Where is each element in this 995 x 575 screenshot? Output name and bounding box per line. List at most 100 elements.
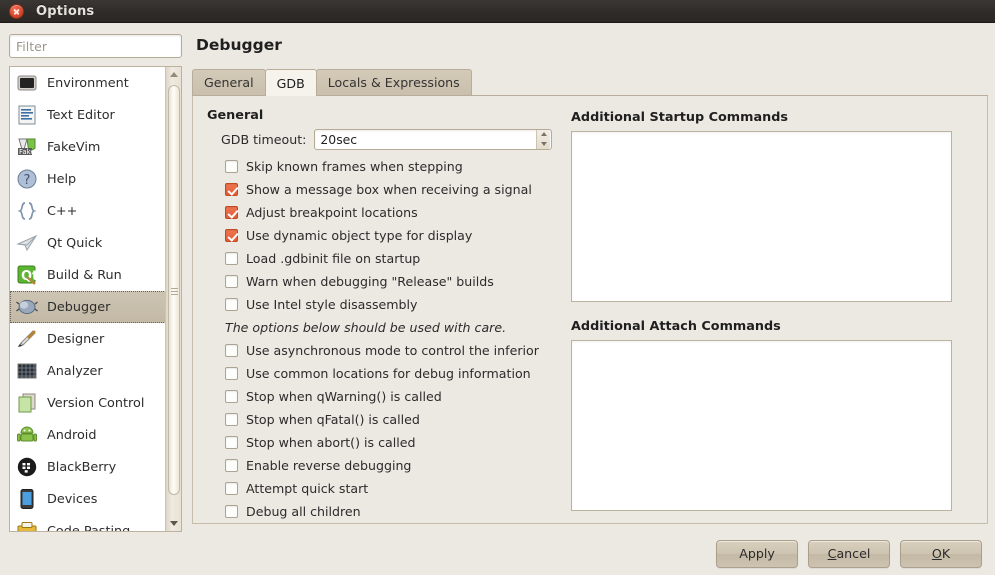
option-row[interactable]: Stop when abort() is called [207,431,567,454]
checkbox-unchecked-icon[interactable] [225,344,238,357]
sidebar-item-fakevim[interactable]: Fake FakeVim [10,131,166,163]
sidebar-item-designer[interactable]: Designer [10,323,166,355]
checkbox-unchecked-icon[interactable] [225,459,238,472]
checkbox-unchecked-icon[interactable] [225,252,238,265]
blackberry-icon [16,456,38,478]
checkbox-unchecked-icon[interactable] [225,298,238,311]
checkbox-unchecked-icon[interactable] [225,413,238,426]
checkbox-unchecked-icon[interactable] [225,482,238,495]
question-mark-icon: ? [16,168,38,190]
sidebar-item-android[interactable]: Android [10,419,166,451]
sidebar-item-label: Devices [47,491,98,507]
sidebar-item-blackberry[interactable]: BlackBerry [10,451,166,483]
option-label: Enable reverse debugging [246,458,412,473]
tab-label: Locals & Expressions [327,75,460,90]
category-list[interactable]: Environment Text Editor Fake FakeVim? Help C+… [9,66,182,532]
checkbox-checked-icon[interactable] [225,229,238,242]
option-row[interactable]: Stop when qFatal() is called [207,408,567,431]
option-row[interactable]: Load .gdbinit file on startup [207,247,567,270]
general-group-label: General [207,108,264,123]
option-label: Adjust breakpoint locations [246,205,418,220]
checkbox-checked-icon[interactable] [225,183,238,196]
option-row[interactable]: Debug all children [207,500,567,523]
option-row[interactable]: Use asynchronous mode to control the inf… [207,339,567,362]
option-row[interactable]: Attempt quick start [207,477,567,500]
option-row[interactable]: Use Intel style disassembly [207,293,567,316]
checkbox-unchecked-icon[interactable] [225,275,238,288]
option-row[interactable]: Warn when debugging "Release" builds [207,270,567,293]
dialog-button-bar: Apply Cancel OK [0,532,995,575]
sidebar-item-label: Analyzer [47,363,103,379]
option-row[interactable]: Enable reverse debugging [207,454,567,477]
gdb-timeout-row: GDB timeout: 20sec [207,128,567,150]
checkbox-unchecked-icon[interactable] [225,367,238,380]
copy-pages-icon [16,392,38,414]
tab-gdb[interactable]: GDB [264,69,317,96]
startup-commands-textarea[interactable] [571,131,952,302]
option-label: Use common locations for debug informati… [246,366,531,381]
triangle-up-icon[interactable] [166,67,181,82]
option-row[interactable]: Use common locations for debug informati… [207,362,567,385]
fakevim-icon: Fake [16,136,38,158]
option-row[interactable]: Skip known frames when stepping [207,155,567,178]
bug-icon [16,296,38,318]
tab-locals-expressions[interactable]: Locals & Expressions [315,69,472,95]
sidebar-item-label: Qt Quick [47,235,103,251]
sidebar-item-text-editor[interactable]: Text Editor [10,99,166,131]
spinner-down-icon[interactable] [537,139,550,149]
sidebar-item-devices[interactable]: Devices [10,483,166,515]
triangle-down-icon[interactable] [166,516,181,531]
sidebar-item-environment[interactable]: Environment [10,67,166,99]
cancel-button[interactable]: Cancel [808,539,890,568]
option-label: Attempt quick start [246,481,369,496]
sidebar-item-label: Android [47,427,97,443]
checkbox-unchecked-icon[interactable] [225,436,238,449]
startup-commands-label: Additional Startup Commands [571,110,788,125]
sidebar-item-code-pasting[interactable]: Code Pasting [10,515,166,532]
qt-hammer-icon: Qt [16,264,38,286]
sidebar-item-analyzer[interactable]: Analyzer [10,355,166,387]
gdb-timeout-stepper[interactable] [536,129,551,149]
scrollbar-grip-icon [171,286,178,297]
close-icon[interactable] [9,3,24,19]
sidebar-item-debugger[interactable]: Debugger [10,291,166,323]
option-row[interactable]: Stop when qWarning() is called [207,385,567,408]
apply-button[interactable]: Apply [716,539,798,568]
sidebar-item-version-control[interactable]: Version Control [10,387,166,419]
spinner-up-icon[interactable] [537,130,550,140]
ok-button[interactable]: OK [900,539,982,568]
scrollbar-thumb[interactable] [168,85,180,495]
sidebar-item-c[interactable]: C++ [10,195,166,227]
tab-general[interactable]: General [192,69,266,95]
category-list-scrollbar[interactable] [165,67,181,531]
option-row[interactable]: Adjust breakpoint locations [207,201,567,224]
sidebar-item-qt-quick[interactable]: Qt Quick [10,227,166,259]
option-label: Warn when debugging "Release" builds [246,274,494,289]
sidebar-item-label: FakeVim [47,139,101,155]
grid-chart-icon [16,360,38,382]
sidebar-item-build-run[interactable]: Qt Build & Run [10,259,166,291]
option-label: Use asynchronous mode to control the inf… [246,343,539,358]
gdb-timeout-value: 20sec [320,131,358,147]
page-title: Debugger [196,36,282,54]
option-label: Show a message box when receiving a sign… [246,182,532,197]
sidebar-item-label: Help [47,171,77,187]
option-label: Stop when abort() is called [246,435,416,450]
checkbox-unchecked-icon[interactable] [225,160,238,173]
phone-device-icon [16,488,38,510]
filter-input[interactable]: Filter [9,34,182,58]
clipboard-icon [16,520,38,531]
option-row[interactable]: Use dynamic object type for display [207,224,567,247]
option-label: Skip known frames when stepping [246,159,463,174]
checkbox-unchecked-icon[interactable] [225,505,238,518]
gdb-timeout-input[interactable]: 20sec [314,128,553,150]
sidebar-item-help[interactable]: ? Help [10,163,166,195]
sidebar-item-label: C++ [47,203,78,219]
android-robot-icon [16,424,38,446]
attach-commands-label: Additional Attach Commands [571,319,781,334]
checkbox-unchecked-icon[interactable] [225,390,238,403]
sidebar-item-label: Code Pasting [47,523,131,532]
attach-commands-textarea[interactable] [571,340,952,511]
option-row[interactable]: Show a message box when receiving a sign… [207,178,567,201]
checkbox-checked-icon[interactable] [225,206,238,219]
